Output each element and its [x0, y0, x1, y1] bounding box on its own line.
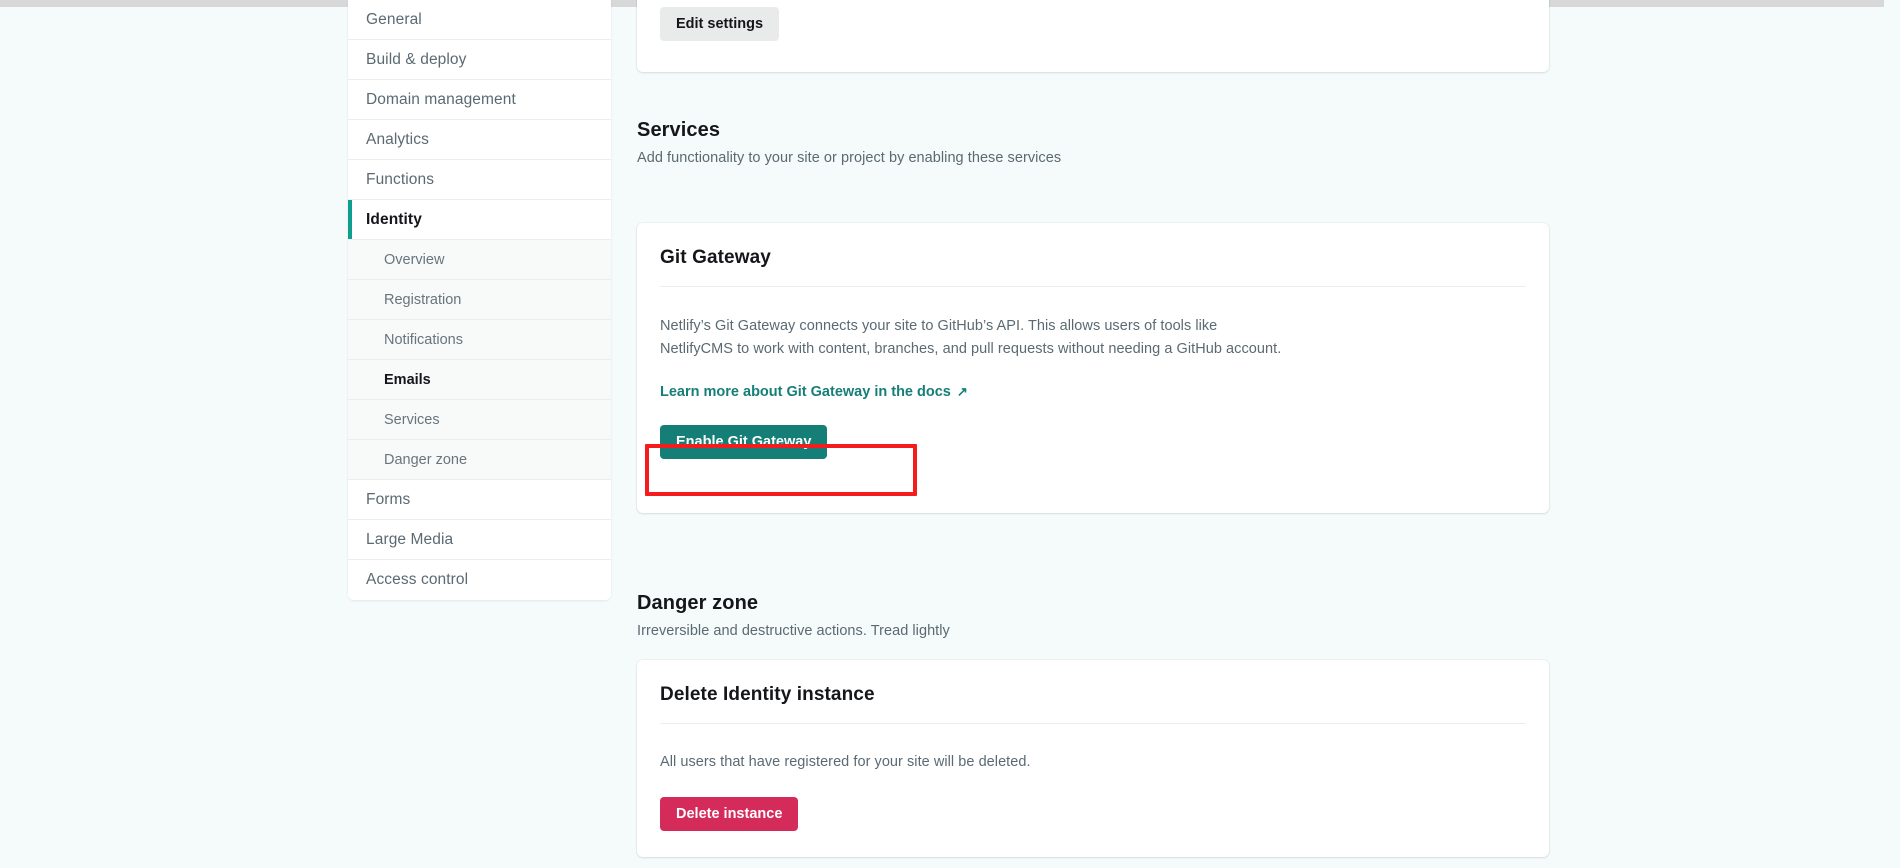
git-gateway-docs-link[interactable]: Learn more about Git Gateway in the docs…	[660, 384, 968, 400]
sidebar-item-functions[interactable]: Functions	[348, 160, 611, 200]
services-title: Services	[637, 119, 721, 141]
delete-instance-button[interactable]: Delete instance	[660, 797, 799, 832]
sidebar-item-build-deploy[interactable]: Build & deploy	[348, 40, 611, 80]
sidebar-item-overview[interactable]: Overview	[348, 240, 611, 280]
danger-zone-subtitle: Irreversible and destructive actions. Tr…	[637, 623, 950, 639]
sidebar-item-identity[interactable]: Identity	[348, 200, 611, 240]
sidebar-item-emails[interactable]: Emails	[348, 360, 611, 400]
sidebar-item-domain-management[interactable]: Domain management	[348, 80, 611, 120]
sidebar-item-registration[interactable]: Registration	[348, 280, 611, 320]
delete-instance-title: Delete Identity instance	[660, 684, 875, 705]
settings-page: General Build & deploy Domain management An…	[0, 0, 1900, 868]
delete-instance-divider	[660, 723, 1526, 724]
sidebar-item-services[interactable]: Services	[348, 400, 611, 440]
git-gateway-description: Netlify’s Git Gateway connects your site…	[660, 318, 1282, 358]
sidebar-item-label: Domain management	[366, 90, 516, 108]
git-gateway-docs-link-label: Learn more about Git Gateway in the docs	[660, 383, 951, 400]
sidebar-item-general[interactable]: General	[348, 0, 611, 40]
sidebar-item-label: Forms	[366, 490, 411, 508]
delete-instance-description: All users that have registered for your …	[660, 754, 1031, 770]
sidebar-item-label: Registration	[384, 291, 462, 308]
settings-sidebar: General Build & deploy Domain management An…	[348, 0, 611, 600]
sidebar-item-label: Danger zone	[384, 451, 468, 468]
edit-settings-button[interactable]: Edit settings	[660, 7, 780, 41]
enable-git-gateway-button[interactable]: Enable Git Gateway	[660, 424, 828, 459]
services-section-header: Services Add functionality to your site …	[637, 119, 1549, 166]
sidebar-item-label: General	[366, 10, 422, 28]
site-settings-card: Edit settings	[637, 0, 1549, 72]
browser-top-strip-gap	[1884, 0, 1900, 7]
sidebar-item-access-control[interactable]: Access control	[348, 560, 611, 600]
sidebar-item-label: Emails	[384, 371, 431, 388]
sidebar-item-notifications[interactable]: Notifications	[348, 320, 611, 360]
sidebar-item-label: Access control	[366, 571, 469, 588]
sidebar-item-analytics[interactable]: Analytics	[348, 120, 611, 160]
delete-identity-instance-card: Delete Identity instance All users that …	[637, 660, 1549, 857]
sidebar-item-label: Large Media	[366, 530, 454, 548]
sidebar-item-label: Notifications	[384, 331, 463, 348]
sidebar-item-label: Analytics	[366, 130, 429, 148]
sidebar-item-label: Functions	[366, 170, 435, 188]
sidebar-item-label: Services	[384, 411, 440, 428]
sidebar-item-label: Identity	[366, 210, 422, 228]
sidebar-item-label: Build & deploy	[366, 50, 467, 68]
sidebar-item-large-media[interactable]: Large Media	[348, 520, 611, 560]
sidebar-item-label: Overview	[384, 251, 445, 268]
git-gateway-title: Git Gateway	[660, 247, 771, 268]
services-subtitle: Add functionality to your site or projec…	[637, 150, 1062, 166]
git-gateway-card: Git Gateway Netlify’s Git Gateway connec…	[637, 223, 1549, 513]
sidebar-item-forms[interactable]: Forms	[348, 480, 611, 520]
git-gateway-divider	[660, 286, 1526, 287]
external-link-arrow-icon: ↗	[956, 384, 968, 400]
danger-zone-title: Danger zone	[637, 592, 759, 614]
danger-zone-section-header: Danger zone Irreversible and destructive…	[637, 592, 1549, 639]
sidebar-item-danger-zone[interactable]: Danger zone	[348, 440, 611, 480]
